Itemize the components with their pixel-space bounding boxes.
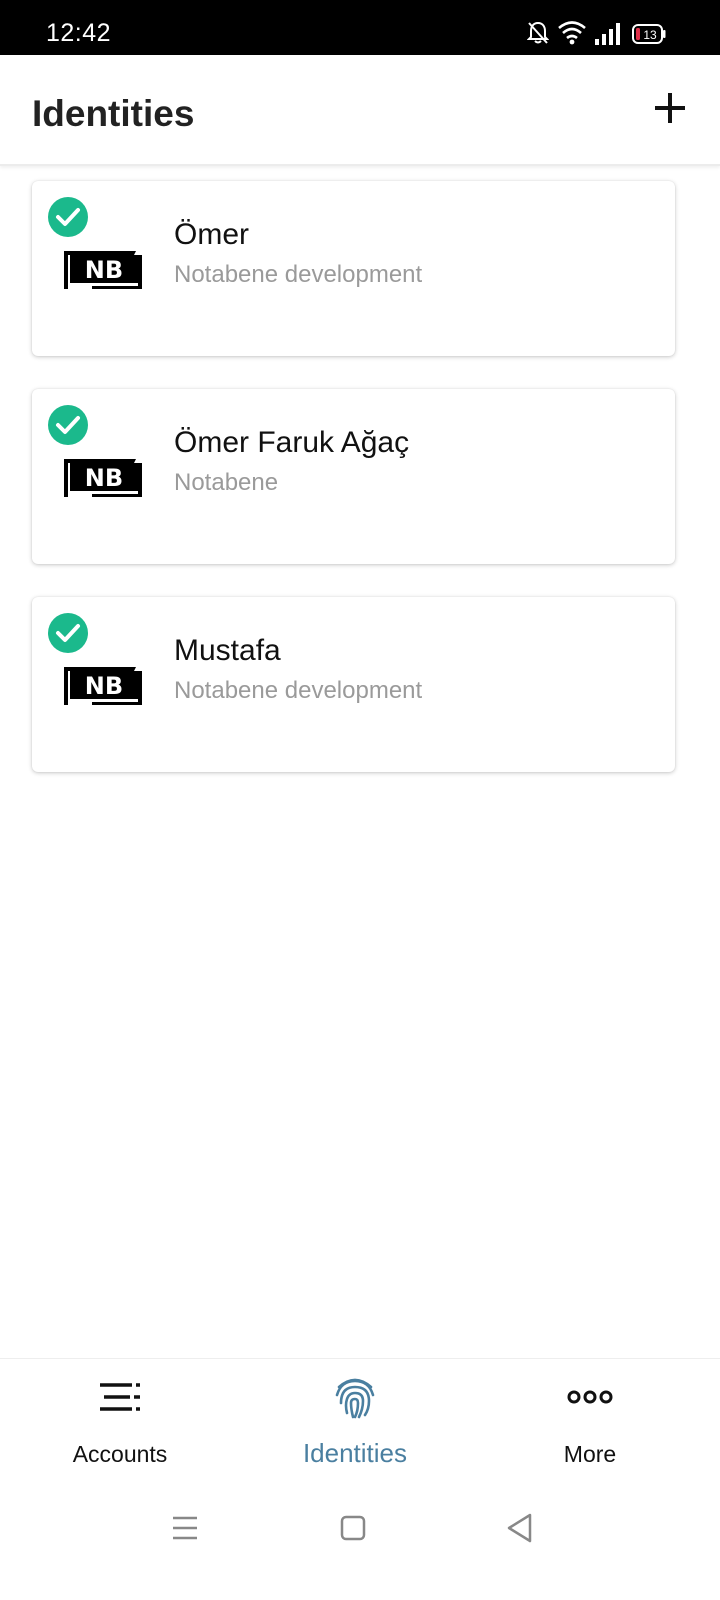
app-bar: Identities (0, 55, 720, 166)
nav-label-more: More (563, 1441, 617, 1467)
identity-organization: Notabene development (174, 677, 423, 704)
nav-accounts[interactable]: Accounts (0, 1359, 240, 1491)
notabene-logo: NB (64, 459, 142, 497)
logo-text: NB (85, 672, 123, 700)
identity-card[interactable]: NB Ömer Notabene development (32, 181, 675, 356)
identity-name: Mustafa (174, 634, 281, 667)
nav-label-identities: Identities (302, 1438, 408, 1468)
identity-name: Ömer Faruk Ağaç (174, 426, 410, 459)
identity-organization: Notabene development (174, 261, 423, 288)
plus-icon (655, 93, 685, 123)
status-bar: 12:42 13 (0, 0, 720, 55)
identity-list: NB Ömer Notabene development NB Ömer Far… (32, 181, 675, 805)
nav-label-accounts: Accounts (72, 1441, 168, 1467)
status-time: 12:42 (46, 19, 112, 47)
signal-icon (594, 22, 622, 51)
menu-lines-icon (173, 1516, 197, 1540)
fingerprint-icon (335, 1378, 375, 1419)
recents-button[interactable] (165, 1508, 205, 1548)
wifi-icon (557, 19, 587, 50)
identity-organization: Notabene (174, 469, 279, 496)
add-identity-button[interactable] (650, 88, 690, 128)
identity-name: Ömer (174, 218, 249, 251)
nav-more[interactable]: More (470, 1359, 710, 1491)
verified-check-icon (48, 613, 88, 653)
battery-icon: 13 (632, 24, 666, 49)
notabene-logo: NB (64, 251, 142, 289)
identity-card[interactable]: NB Mustafa Notabene development (32, 597, 675, 772)
square-icon (340, 1515, 366, 1541)
verified-check-icon (48, 405, 88, 445)
home-button[interactable] (333, 1508, 373, 1548)
identity-card[interactable]: NB Ömer Faruk Ağaç Notabene (32, 389, 675, 564)
list-icon (100, 1383, 140, 1411)
battery-level: 13 (643, 28, 657, 42)
system-nav-bar (0, 1490, 720, 1600)
triangle-back-icon (507, 1513, 532, 1543)
more-dots-icon (567, 1390, 613, 1404)
back-button[interactable] (500, 1508, 540, 1548)
bottom-nav: Accounts Identities More (0, 1358, 720, 1491)
nav-identities[interactable]: Identities (235, 1359, 475, 1491)
logo-text: NB (85, 464, 123, 492)
bell-off-icon (526, 20, 550, 51)
page-title: Identities (32, 93, 195, 134)
verified-check-icon (48, 197, 88, 237)
logo-text: NB (85, 256, 123, 284)
notabene-logo: NB (64, 667, 142, 705)
